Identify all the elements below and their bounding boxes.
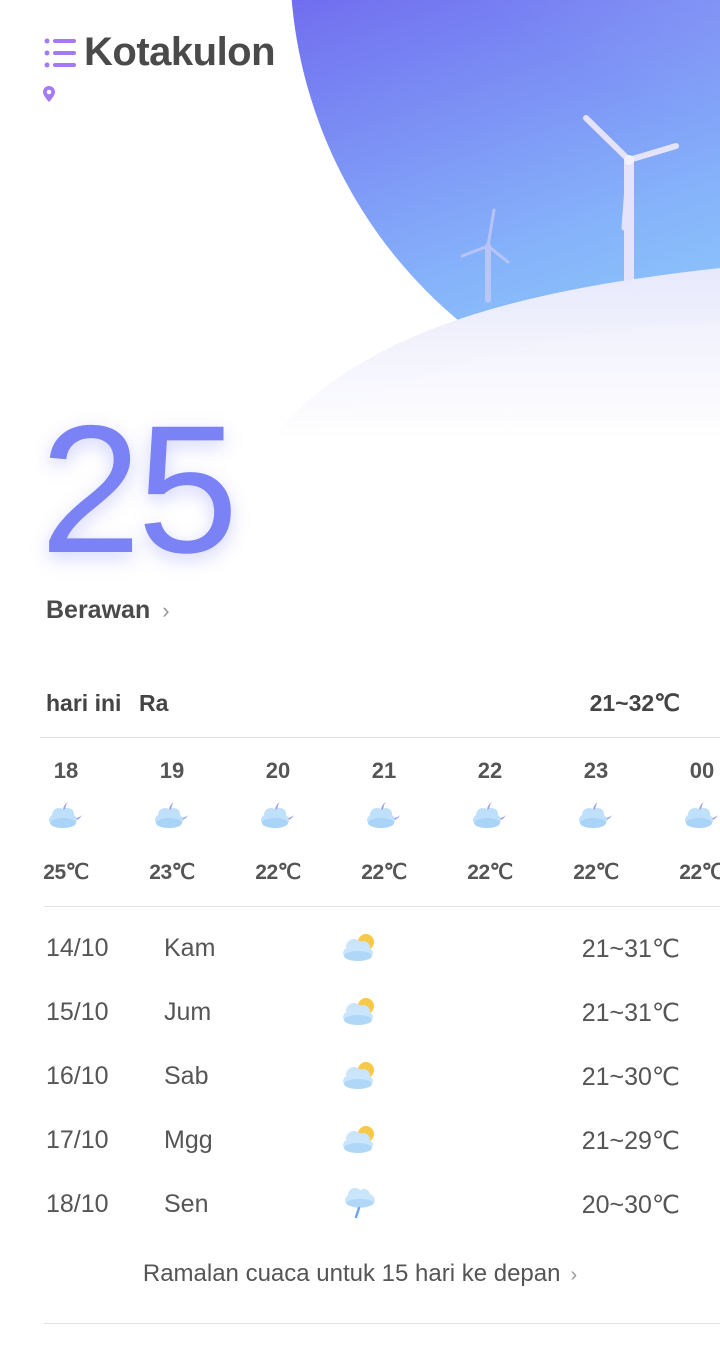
hour-label: 22: [477, 758, 503, 783]
hourly-forecast[interactable]: 18 25℃ 19 23℃ 20 22℃ 21 22℃ 22 22℃ 23 22℃ 00 22℃: [0, 738, 720, 906]
divider: [44, 1323, 720, 1324]
cloudy-night-icon: [152, 798, 192, 830]
hour-temp: 22℃: [255, 861, 301, 884]
chevron-right-icon: ›: [162, 597, 170, 623]
cloudy-night-icon: [46, 798, 86, 830]
daily-row: 17/10 Mgg 21~29℃: [0, 1110, 720, 1174]
daily-row: 18/10 Sen 20~30℃: [0, 1174, 720, 1238]
forecast-link-label: Ramalan cuaca untuk 15 hari ke depan: [142, 1260, 561, 1287]
current-temperature: 25: [40, 387, 238, 591]
daily-range: 21~30℃: [581, 1063, 680, 1091]
today-range: 21~32℃: [589, 690, 680, 716]
daily-date: 18/10: [46, 1190, 109, 1218]
daily-date: 16/10: [46, 1062, 109, 1090]
daily-weekday: Jum: [164, 998, 212, 1026]
daily-weekday: Sab: [164, 1062, 209, 1090]
city-title[interactable]: Kotakulon: [84, 30, 276, 75]
location-pin-icon: [43, 86, 55, 102]
hour-label: 19: [159, 758, 185, 783]
hour-temp: 22℃: [573, 861, 619, 884]
partly-cloudy-icon: [342, 930, 378, 964]
daily-range: 21~31℃: [581, 999, 680, 1027]
forecast-15-day-link[interactable]: Ramalan cuaca untuk 15 hari ke depan ›: [0, 1260, 720, 1288]
hour-temp: 25℃: [43, 861, 89, 884]
today-summary: hari ini Ra 21~32℃: [46, 690, 680, 724]
partly-cloudy-icon: [342, 1058, 378, 1092]
today-weekday: Ra: [139, 690, 169, 716]
divider: [44, 906, 720, 907]
chevron-right-icon: ›: [570, 1264, 578, 1286]
condition-label: Berawan: [46, 596, 151, 624]
daily-date: 14/10: [46, 934, 109, 962]
cloudy-night-icon: [258, 798, 298, 830]
daily-range: 20~30℃: [581, 1191, 680, 1219]
daily-weekday: Mgg: [164, 1126, 213, 1154]
hour-label: 20: [265, 758, 291, 783]
hour-label: 00: [689, 758, 715, 783]
hour-temp: 23℃: [149, 861, 195, 884]
cloudy-night-icon: [576, 798, 616, 830]
hour-temp: 22℃: [361, 861, 407, 884]
partly-cloudy-icon: [342, 994, 378, 1028]
daily-date: 17/10: [46, 1126, 109, 1154]
daily-row: 15/10 Jum 21~31℃: [0, 982, 720, 1046]
daily-row: 14/10 Kam 21~31℃: [0, 918, 720, 982]
daily-weekday: Kam: [164, 934, 216, 962]
rain-icon: [342, 1186, 378, 1220]
hour-label: 21: [371, 758, 397, 783]
hour-label: 23: [583, 758, 609, 783]
daily-range: 21~31℃: [581, 935, 680, 963]
cloudy-night-icon: [682, 798, 720, 830]
daily-weekday: Sen: [164, 1190, 209, 1218]
menu-list-icon[interactable]: [44, 38, 76, 68]
condition-link[interactable]: Berawan ›: [46, 596, 170, 625]
daily-row: 16/10 Sab 21~30℃: [0, 1046, 720, 1110]
hour-temp: 22℃: [467, 861, 513, 884]
today-label: hari ini: [46, 690, 122, 716]
hour-label: 18: [53, 758, 79, 783]
cloudy-night-icon: [470, 798, 510, 830]
cloudy-night-icon: [364, 798, 404, 830]
partly-cloudy-icon: [342, 1122, 378, 1156]
daily-range: 21~29℃: [581, 1127, 680, 1155]
daily-date: 15/10: [46, 998, 109, 1026]
hour-temp: 22℃: [679, 861, 720, 884]
